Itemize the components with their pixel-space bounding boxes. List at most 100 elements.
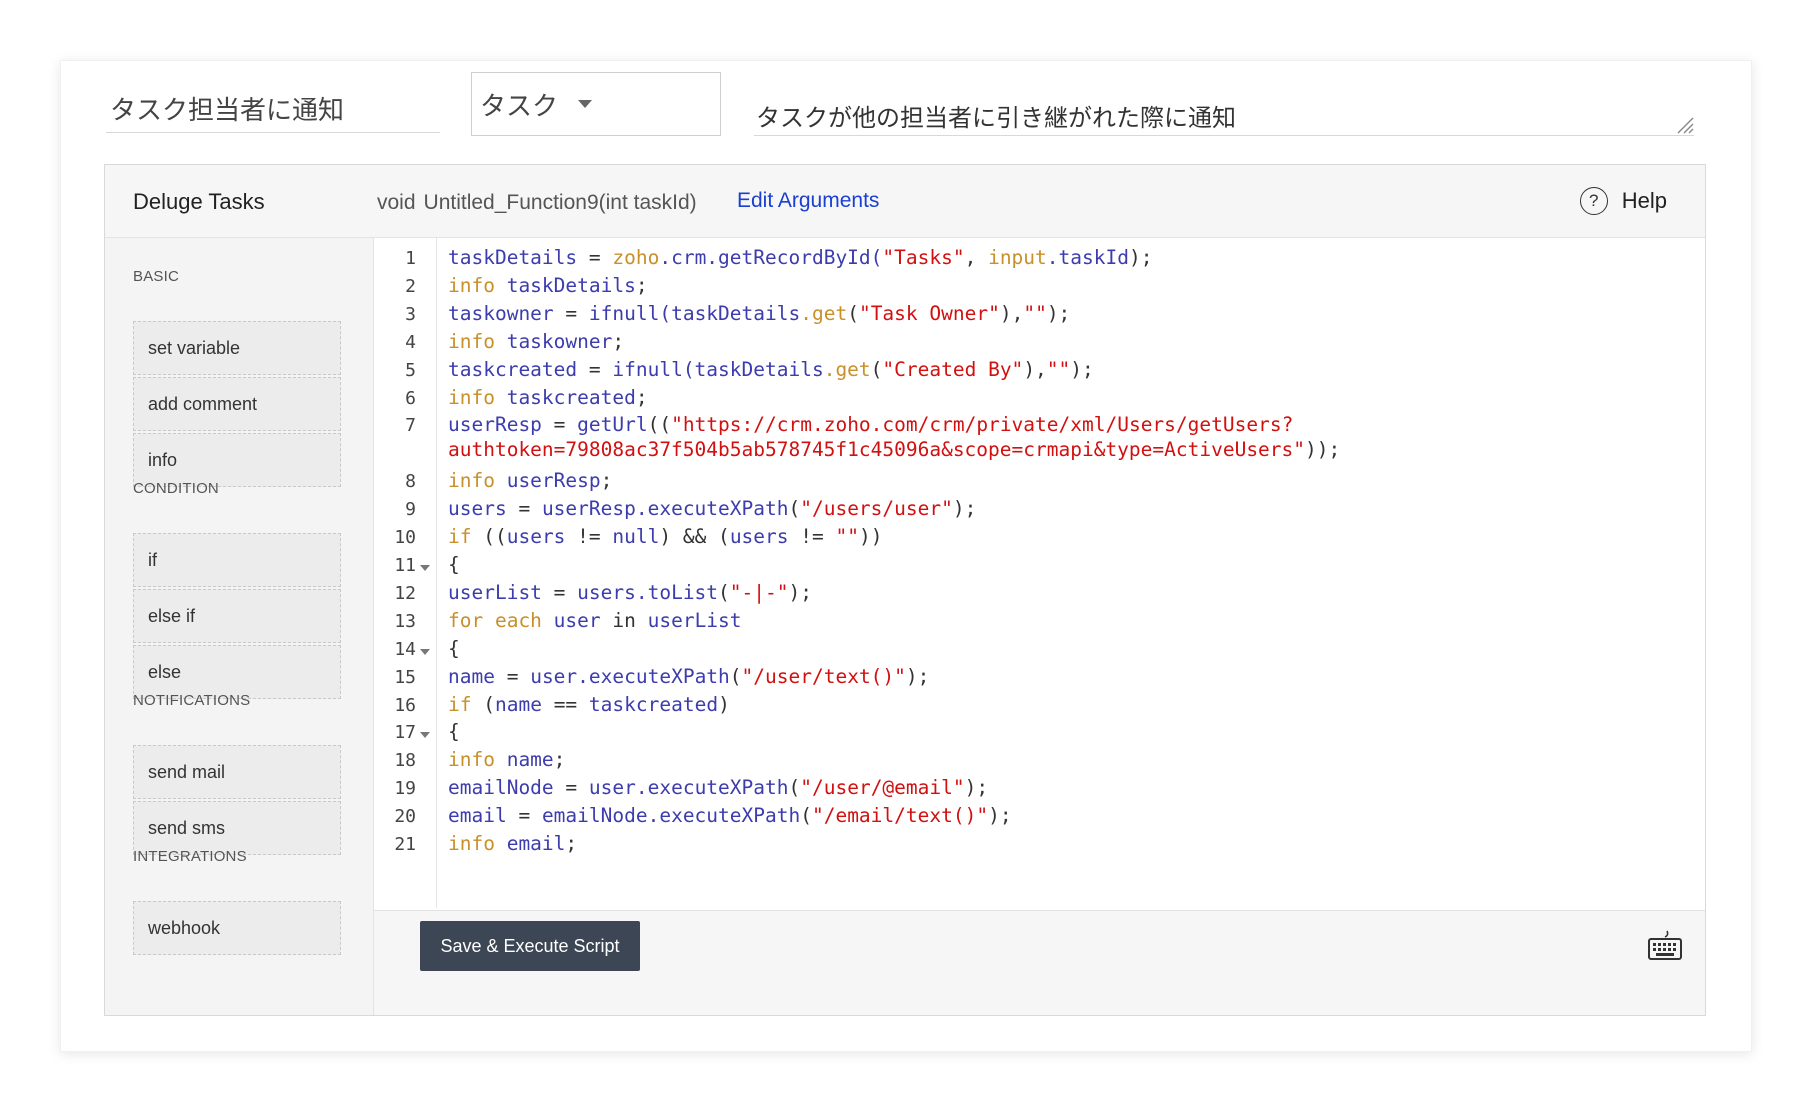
resize-handle-icon[interactable] <box>1676 116 1694 134</box>
line-number: 19 <box>394 778 416 800</box>
sidebar-section-title: NOTIFICATIONS <box>133 692 251 709</box>
code-token: )); <box>1305 438 1341 462</box>
code-line: info taskowner; <box>448 330 624 353</box>
code-token: "/user/@email" <box>800 776 965 800</box>
code-token: = <box>541 580 578 604</box>
code-token: user.executeXPath <box>530 664 730 688</box>
code-token: ( <box>788 497 801 521</box>
code-token: = <box>553 776 589 800</box>
sidebar-section-title: INTEGRATIONS <box>133 848 247 865</box>
sidebar-task-add-comment[interactable]: add comment <box>133 377 341 431</box>
sidebar-task-send-mail[interactable]: send mail <box>133 745 341 799</box>
sidebar-task-else[interactable]: else <box>133 645 341 699</box>
help-button[interactable]: ? Help <box>1579 187 1667 215</box>
code-token: taskDetails <box>448 246 578 269</box>
code-token: users <box>506 525 566 549</box>
sidebar-task-else-if[interactable]: else if <box>133 589 341 643</box>
description-input[interactable]: タスクが他の担当者に引き継がれた際に通知 <box>754 84 1694 136</box>
code-line: info taskcreated; <box>448 386 648 409</box>
code-line: { <box>448 720 460 743</box>
sidebar-section-title: CONDITION <box>133 480 219 497</box>
line-number: 5 <box>405 359 416 381</box>
sidebar-task-info[interactable]: info <box>133 433 341 487</box>
line-number-gutter: 1 2 3 4 5 6 7 8 9 10 11 12 13 14 15 16 17 18 19 20 21 <box>374 238 437 908</box>
code-token: email <box>506 832 566 855</box>
code-token: ); <box>964 776 989 800</box>
help-label: Help <box>1621 188 1667 213</box>
help-circle-icon: ? <box>1579 187 1608 215</box>
sidebar-task-webhook[interactable]: webhook <box>133 901 341 955</box>
editor-footer: Save & Execute Script <box>374 910 1705 1015</box>
code-token: ( <box>788 776 801 800</box>
code-token: ifnull(taskDetails <box>588 301 801 325</box>
sidebar-task-if[interactable]: if <box>133 533 341 587</box>
code-line: userList = users.toList("-|-"); <box>448 581 812 604</box>
code-token: ) <box>718 692 730 716</box>
sidebar-task-set-variable[interactable]: set variable <box>133 321 341 375</box>
code-token: (( <box>483 525 507 549</box>
code-token: = <box>577 246 613 269</box>
code-editor[interactable]: 1 2 3 4 5 6 7 8 9 10 11 12 13 14 15 16 17 18 19 20 21 taskDe… <box>374 238 1705 908</box>
code-token: name <box>506 748 554 772</box>
line-number: 13 <box>394 610 416 632</box>
code-line: info taskDetails; <box>448 274 648 297</box>
code-token: ( <box>729 664 742 688</box>
code-token: zoho <box>612 246 660 269</box>
code-token: .taskId <box>1046 246 1129 269</box>
code-token: name <box>494 692 542 716</box>
code-token: taskowner <box>506 329 613 353</box>
code-token: "https://crm.zoho.com/crm/private/xml/Us… <box>671 413 1294 437</box>
code-line: userResp = getUrl(("https://crm.zoho.com… <box>448 413 1293 436</box>
save-execute-button[interactable]: Save & Execute Script <box>420 921 640 971</box>
line-number: 4 <box>405 331 416 353</box>
code-token: ), <box>1023 357 1047 381</box>
code-token: users <box>448 497 507 521</box>
code-token: ; <box>612 329 625 353</box>
code-token: if <box>448 525 484 549</box>
sidebar-task-send-sms[interactable]: send sms <box>133 801 341 855</box>
code-token: { <box>448 636 460 660</box>
line-number: 9 <box>405 499 416 521</box>
fold-arrow-icon[interactable] <box>420 732 430 739</box>
function-name-input[interactable] <box>106 84 440 133</box>
chevron-down-icon <box>578 100 593 108</box>
code-token: ); <box>988 804 1012 828</box>
code-token: ( <box>483 692 495 716</box>
code-token: userList <box>448 580 542 604</box>
function-signature-text: Untitled_Function9(int taskId) <box>423 191 697 214</box>
code-line: emailNode = user.executeXPath("/user/@em… <box>448 776 988 799</box>
fold-arrow-icon[interactable] <box>420 648 430 655</box>
code-token: ( <box>847 301 859 325</box>
code-token: userList <box>647 608 742 632</box>
code-token: email <box>448 804 507 828</box>
module-select[interactable]: タスク <box>471 72 721 136</box>
code-token: "Tasks" <box>882 246 965 269</box>
code-line: { <box>448 553 460 576</box>
code-line: authtoken=79808ac37f504b5ab578745f1c4509… <box>448 438 1340 461</box>
editor-title: Deluge Tasks <box>133 189 265 214</box>
line-number: 1 <box>405 248 416 269</box>
code-token: { <box>448 720 460 744</box>
code-token: "" <box>835 525 859 549</box>
return-type: void <box>377 191 416 214</box>
description-wrapper: タスクが他の担当者に引き継がれた際に通知 <box>754 84 1694 136</box>
keyboard-icon[interactable] <box>1647 929 1683 963</box>
line-number: 16 <box>394 694 416 716</box>
edit-arguments-link[interactable]: Edit Arguments <box>737 189 879 213</box>
line-number: 18 <box>394 750 416 772</box>
code-token: ifnull(taskDetails <box>612 357 824 381</box>
code-line: for each user in userList <box>448 609 742 632</box>
code-line: users = userResp.executeXPath("/users/us… <box>448 497 976 520</box>
code-token: authtoken=79808ac37f504b5ab578745f1c4509… <box>448 438 1306 462</box>
task-palette-sidebar: BASIC set variable add comment info CONDITIO… <box>105 238 374 1015</box>
code-token: input <box>988 246 1047 269</box>
code-token: = <box>577 357 613 381</box>
module-select-value: タスク <box>480 91 559 122</box>
line-number: 8 <box>405 471 416 493</box>
code-line: email = emailNode.executeXPath("/email/t… <box>448 804 1012 827</box>
fold-arrow-icon[interactable] <box>420 565 430 571</box>
code-token: taskcreated <box>588 692 719 716</box>
code-token: = <box>494 664 531 688</box>
line-number: 6 <box>405 387 416 409</box>
code-token: "Created By" <box>882 357 1024 381</box>
